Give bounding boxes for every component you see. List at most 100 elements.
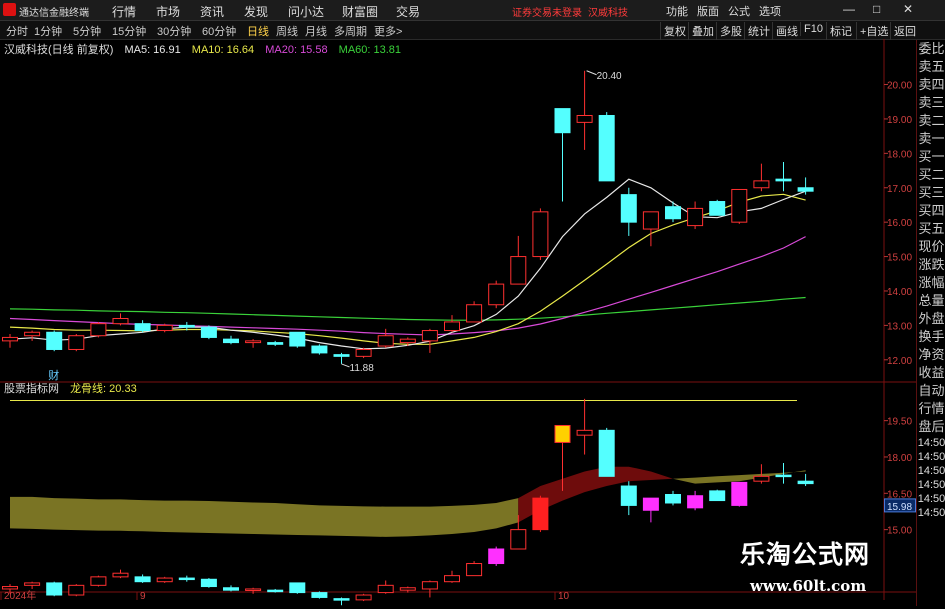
period-tab-weekly[interactable]: 周线 [276,23,298,39]
stats-button[interactable]: 统计 [744,22,773,40]
dragon-band-olive [10,496,519,537]
sub-candle-body [289,582,306,594]
period-tab-60min[interactable]: 60分钟 [202,23,236,39]
y-tick-label: 17.00 [887,184,912,195]
side-panel-label: 卖四 [918,77,945,92]
y-tick-label: 19.00 [887,115,912,126]
candle-body [134,323,151,332]
period-tab-5min[interactable]: 5分钟 [73,23,101,39]
y-tick-label: 15.00 [887,253,912,264]
side-panel-label: 涨跌 [918,257,945,272]
mark-button[interactable]: 标记 [826,22,855,40]
event-marker: 财 [48,368,59,382]
side-panel-label: 自动 [918,383,945,398]
sub-candle-body [753,475,770,482]
side-panel-label: 14:50 [917,479,945,491]
sub-candle-body [267,589,284,593]
candle-body [421,330,438,342]
overlay-button[interactable]: 叠加 [688,22,717,40]
candle-body [223,338,239,344]
period-tab-daily[interactable]: 日线 [247,23,269,39]
candle-body [554,108,571,134]
side-panel-label: 卖三 [918,95,945,110]
candle-body [488,283,505,306]
candle-body [620,194,637,223]
menu-item-function[interactable]: 功能 [666,3,688,19]
draw-line-button[interactable]: 画线 [772,22,801,40]
menu-item-wealth[interactable]: 财富圈 [342,3,378,20]
menu-item-layout[interactable]: 版面 [697,3,719,19]
trade-login-warning[interactable]: 证券交易未登录 [512,4,582,19]
candle-body [156,324,173,332]
candle-body [665,206,681,220]
multi-stock-button[interactable]: 多股 [716,22,745,40]
side-panel-label: 卖五 [918,59,945,74]
period-tab-more[interactable]: 更多> [374,23,402,39]
period-tab-monthly[interactable]: 月线 [305,23,327,39]
period-tab-30min[interactable]: 30分钟 [157,23,191,39]
menu-item-ask[interactable]: 问小达 [288,3,324,20]
candle-body [355,348,372,357]
sub-candle-body [797,480,814,485]
add-watchlist-button[interactable]: +自选 [856,22,891,40]
menu-item-quotes[interactable]: 行情 [112,3,136,20]
candle-body [576,114,593,123]
back-button[interactable]: 返回 [890,22,919,40]
sub-candle-body [311,592,328,598]
menu-item-news[interactable]: 资讯 [200,3,224,20]
candle-body [68,335,85,350]
candle-body [598,114,615,182]
y-tick-label: 13.00 [887,321,912,332]
current-stock-name: 汉威科技 [588,8,628,19]
side-panel-label: 14:50 [917,451,945,463]
menu-item-trade[interactable]: 交易 [396,3,420,20]
ma5-line [9,178,806,350]
side-panel-label: 14:50 [917,465,945,477]
x-tick-label: 9 [140,591,146,602]
candle-body [46,331,63,350]
candle-body [466,304,483,323]
sub-candle-body [245,588,262,591]
menu-item-formula[interactable]: 公式 [728,3,750,19]
f10-button[interactable]: F10 [800,22,826,36]
maximize-icon[interactable]: □ [873,2,880,16]
sub-candle-body [421,581,438,590]
sub-candle-body [731,481,748,506]
sub-candle-body [532,497,549,531]
period-toolbar: 分时 1分钟 5分钟 15分钟 30分钟 60分钟 日线 周线 月线 多周期 更… [0,21,945,40]
candle-body [687,207,704,227]
period-tab-multi[interactable]: 多周期 [334,23,367,39]
sub-candle-body [598,429,615,477]
sub-candle-body [156,577,173,583]
candlestick-chart[interactable]: 20.00 19.00 18.00 17.00 16.00 15.00 14.00 13.00… [0,39,916,609]
menu-item-options[interactable]: 选项 [759,3,781,19]
sub-candle-body [554,424,571,443]
candle-body [775,178,792,182]
close-icon[interactable]: ✕ [903,2,913,16]
side-panel-label: 买四 [918,203,945,218]
period-tab-intraday[interactable]: 分时 [6,23,28,39]
sub-candle-body [112,572,129,578]
sub-candle-body [510,529,527,550]
ma20-line [9,236,806,336]
sub-candle-body [665,494,681,504]
side-panel-label: 买五 [918,221,945,236]
sub-candle-body [134,576,151,583]
sub-candle-body [377,584,394,594]
period-tab-15min[interactable]: 15分钟 [112,23,146,39]
menu-item-market[interactable]: 市场 [156,3,180,20]
y-tick-label: 18.00 [887,149,912,160]
sub-candle-body [333,598,350,601]
site-watermark: 乐淘公式网 www.60lt.com [740,535,910,605]
low-annotation-line [341,363,350,368]
menu-item-discover[interactable]: 发现 [244,3,268,20]
side-panel-label: 总量 [918,293,945,308]
minimize-icon[interactable]: — [843,2,855,16]
app-name: 通达信金融终端 [19,8,89,19]
adjust-button[interactable]: 复权 [660,22,689,40]
side-panel-label: 换手 [918,329,945,344]
watermark-url: www.60lt.com [750,577,867,595]
candle-body [709,201,726,216]
sub-y-tick-label: 19.50 [887,417,912,428]
period-tab-1min[interactable]: 1分钟 [34,23,62,39]
